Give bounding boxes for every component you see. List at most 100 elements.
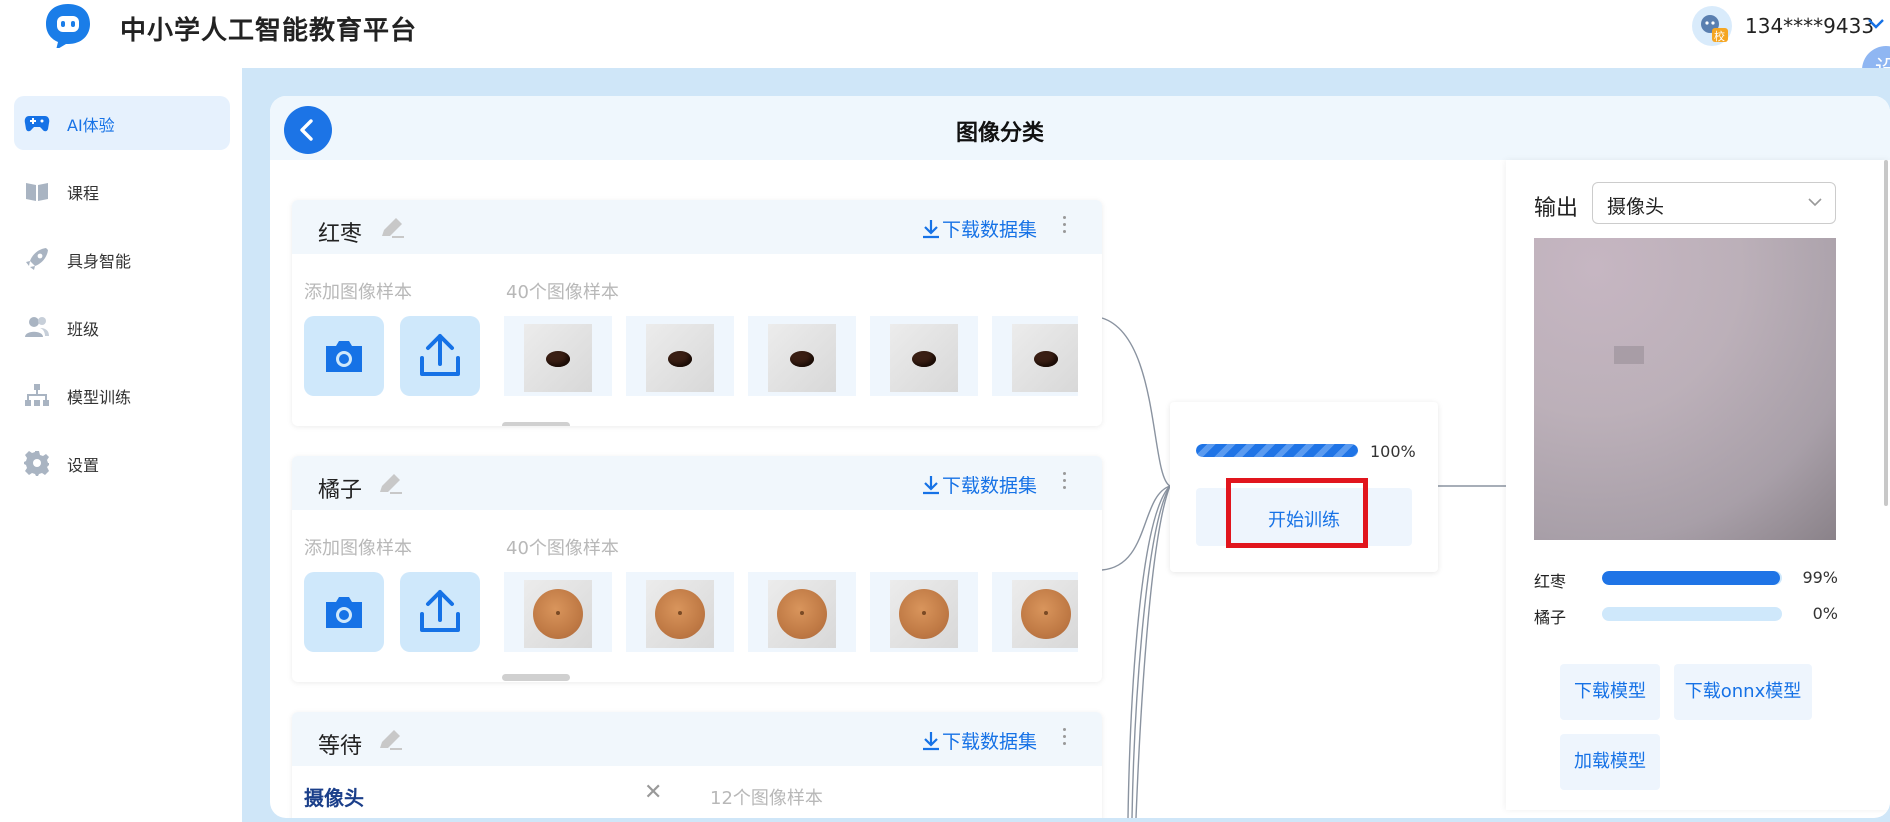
class-name[interactable]: 橘子 bbox=[318, 472, 362, 504]
user-avatar[interactable]: 校 bbox=[1692, 6, 1732, 46]
user-avatar-icon bbox=[1701, 15, 1728, 42]
sidebar-item-ai-experience[interactable]: AI体验 bbox=[14, 96, 230, 150]
sample-thumbnail[interactable] bbox=[870, 316, 978, 396]
orange-fruit bbox=[899, 589, 949, 639]
load-model-button[interactable]: 加载模型 bbox=[1560, 734, 1660, 790]
sample-count-label: 40个图像样本 bbox=[506, 282, 619, 303]
add-samples-label: 添加图像样本 bbox=[304, 538, 412, 559]
class-card: 等待 下载数据集 摄像头 ✕ 12个图像样本 bbox=[292, 712, 1102, 818]
sample-thumbnail[interactable] bbox=[626, 316, 734, 396]
school-badge: 校 bbox=[1714, 30, 1725, 43]
sample-image bbox=[890, 580, 958, 648]
orange-fruit bbox=[1021, 589, 1071, 639]
sidebar-item-courses[interactable]: 课程 bbox=[14, 164, 230, 218]
horizontal-scrollbar[interactable] bbox=[502, 422, 570, 426]
sample-image bbox=[1012, 580, 1078, 648]
sidebar: AI体验 课程 具身智能 班级 模型训练 设置 bbox=[0, 68, 242, 822]
gamepad-icon bbox=[24, 116, 50, 132]
result-confidence-bar bbox=[1602, 607, 1782, 621]
camera-icon bbox=[326, 341, 362, 372]
result-confidence-value: 99% bbox=[1802, 568, 1838, 587]
sample-thumbnail[interactable] bbox=[992, 572, 1078, 652]
date-fruit bbox=[668, 351, 692, 367]
date-fruit bbox=[1034, 351, 1058, 367]
sample-thumbnail[interactable] bbox=[504, 572, 612, 652]
camera-capture-button[interactable] bbox=[304, 316, 384, 396]
download-onnx-model-button[interactable]: 下载onnx模型 bbox=[1674, 664, 1812, 720]
output-label: 输出 bbox=[1534, 196, 1579, 221]
sample-count-label: 40个图像样本 bbox=[506, 538, 619, 559]
close-icon[interactable]: ✕ bbox=[644, 780, 662, 805]
sample-image bbox=[768, 580, 836, 648]
date-fruit bbox=[912, 351, 936, 367]
class-name[interactable]: 等待 bbox=[318, 728, 362, 760]
chevron-down-icon bbox=[1808, 198, 1822, 207]
edit-pencil-icon[interactable] bbox=[376, 472, 404, 496]
sample-thumbnail[interactable] bbox=[992, 316, 1078, 396]
class-name[interactable]: 红枣 bbox=[318, 216, 362, 248]
sample-image bbox=[524, 324, 592, 392]
result-confidence-value: 0% bbox=[1812, 604, 1838, 623]
training-progress-fill bbox=[1196, 444, 1358, 457]
book-icon bbox=[26, 183, 48, 201]
output-panel: 输出 摄像头 红枣 99% 橘子 0% 下载模型 下载onnx模型 加载模型 bbox=[1506, 160, 1890, 810]
edit-pencil-icon[interactable] bbox=[376, 728, 404, 752]
upload-icon bbox=[420, 590, 460, 632]
sample-thumbnail[interactable] bbox=[748, 316, 856, 396]
chevron-down-icon[interactable] bbox=[1866, 16, 1886, 32]
download-dataset-button[interactable]: 下载数据集 bbox=[922, 471, 1037, 498]
camera-preview-rim bbox=[1534, 238, 1836, 540]
chat-bot-logo bbox=[46, 4, 90, 48]
card-header: 红枣 下载数据集 bbox=[292, 200, 1102, 254]
upload-image-button[interactable] bbox=[400, 316, 480, 396]
upload-image-button[interactable] bbox=[400, 572, 480, 652]
more-options-icon[interactable] bbox=[1062, 728, 1068, 750]
sample-image bbox=[768, 324, 836, 392]
sidebar-item-label: AI体验 bbox=[67, 116, 115, 135]
sample-thumbnail[interactable] bbox=[870, 572, 978, 652]
result-class-name: 橘子 bbox=[1534, 608, 1567, 627]
gear-icon bbox=[24, 451, 49, 476]
download-dataset-button[interactable]: 下载数据集 bbox=[922, 727, 1037, 754]
add-samples-label: 添加图像样本 bbox=[304, 282, 412, 303]
camera-icon bbox=[326, 597, 362, 628]
orange-fruit bbox=[533, 589, 583, 639]
download-model-button[interactable]: 下载模型 bbox=[1560, 664, 1660, 720]
sample-image bbox=[524, 580, 592, 648]
sample-image bbox=[646, 324, 714, 392]
sidebar-item-embodied-ai[interactable]: 具身智能 bbox=[14, 232, 230, 286]
result-class-name: 红枣 bbox=[1534, 572, 1567, 591]
edit-pencil-icon[interactable] bbox=[378, 216, 406, 240]
sidebar-item-label: 模型训练 bbox=[67, 388, 132, 407]
sample-thumbnail[interactable] bbox=[626, 572, 734, 652]
sample-thumbnail[interactable] bbox=[748, 572, 856, 652]
sample-image bbox=[890, 324, 958, 392]
class-card: 红枣 下载数据集 添加图像样本 40个图像样本 bbox=[292, 200, 1102, 426]
training-progress-label: 100% bbox=[1370, 442, 1416, 461]
orange-fruit bbox=[655, 589, 705, 639]
camera-source-label: 摄像头 bbox=[304, 786, 364, 810]
sidebar-item-settings[interactable]: 设置 bbox=[14, 436, 230, 490]
sample-count-label: 12个图像样本 bbox=[710, 788, 823, 809]
horizontal-scrollbar[interactable] bbox=[502, 674, 570, 681]
training-progress-bar bbox=[1196, 444, 1358, 457]
rocket-icon bbox=[26, 248, 48, 270]
camera-capture-button[interactable] bbox=[304, 572, 384, 652]
more-options-icon[interactable] bbox=[1062, 216, 1068, 238]
upload-icon bbox=[420, 334, 460, 376]
download-dataset-button[interactable]: 下载数据集 bbox=[922, 215, 1037, 242]
sidebar-item-model-training[interactable]: 模型训练 bbox=[14, 368, 230, 422]
download-label: 下载数据集 bbox=[942, 219, 1038, 241]
more-options-icon[interactable] bbox=[1062, 472, 1068, 494]
result-confidence-fill bbox=[1602, 571, 1781, 585]
date-fruit bbox=[790, 351, 814, 367]
vertical-scrollbar[interactable] bbox=[1884, 160, 1888, 506]
sample-thumbnail[interactable] bbox=[504, 316, 612, 396]
hierarchy-icon bbox=[25, 384, 49, 406]
class-card: 橘子 下载数据集 添加图像样本 40个图像样本 bbox=[292, 456, 1102, 682]
date-fruit bbox=[546, 351, 570, 367]
sidebar-item-label: 班级 bbox=[67, 320, 100, 339]
user-name[interactable]: 134****9433 bbox=[1745, 14, 1874, 38]
sidebar-item-classes[interactable]: 班级 bbox=[14, 300, 230, 354]
output-source-select[interactable]: 摄像头 bbox=[1592, 182, 1836, 224]
